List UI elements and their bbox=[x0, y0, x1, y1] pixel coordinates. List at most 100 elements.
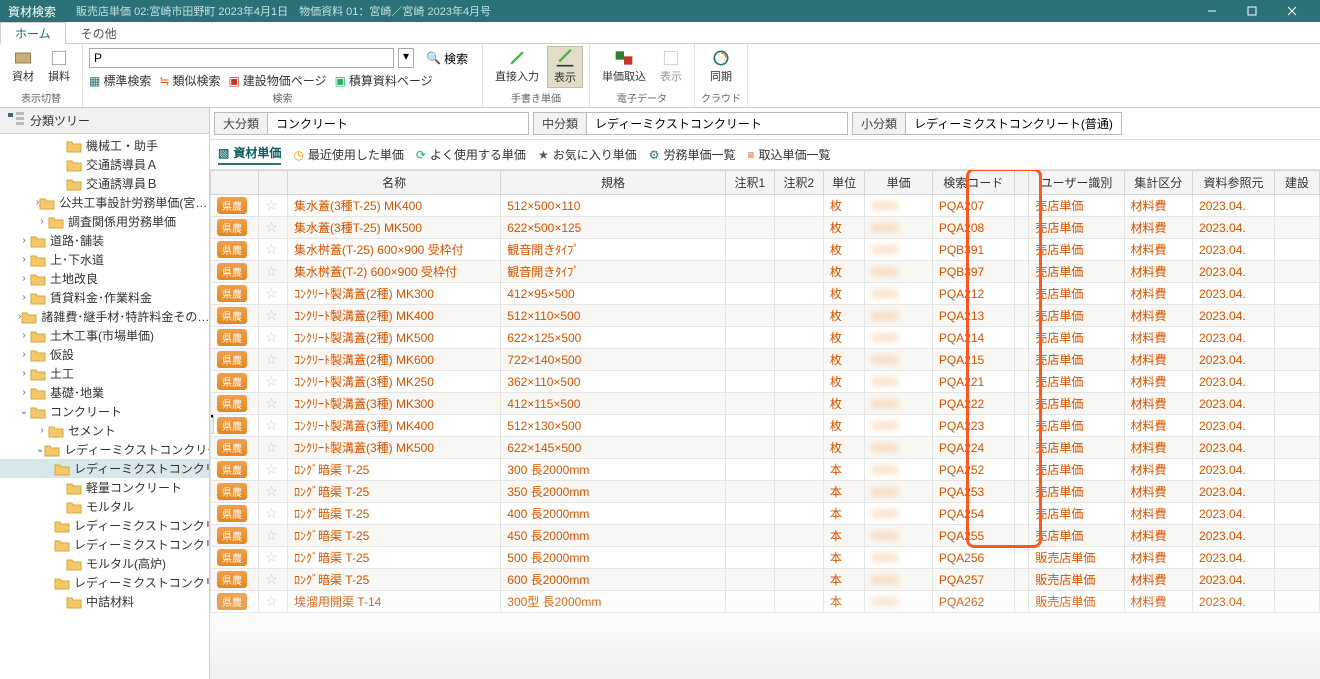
col-header[interactable] bbox=[1014, 171, 1029, 195]
table-row[interactable]: 県農☆集水蓋(3種T-25) MK500622×500×125枚0000PQA2… bbox=[211, 217, 1320, 239]
qt-recent[interactable]: ◷最近使用した単価 bbox=[293, 146, 404, 163]
tree-item[interactable]: ›公共工事設計労務単価(宮… bbox=[0, 193, 209, 212]
classify-big[interactable]: 大分類 コンクリート bbox=[214, 112, 529, 135]
search-button[interactable]: 🔍検索 bbox=[418, 48, 476, 68]
col-header[interactable]: 注釈1 bbox=[725, 171, 774, 195]
fav-cell[interactable]: ☆ bbox=[259, 437, 288, 459]
fav-cell[interactable]: ☆ bbox=[259, 481, 288, 503]
shizai-toggle[interactable]: 資材 bbox=[6, 46, 40, 86]
tree-item[interactable]: ⌄レディーミクストコンクリート bbox=[0, 440, 209, 459]
col-header[interactable]: 単位 bbox=[823, 171, 865, 195]
table-row[interactable]: 県農☆ﾛﾝｸﾞ暗渠 T-25600 長2000mm本0000PQA257販売店単… bbox=[211, 569, 1320, 591]
classify-small[interactable]: 小分類 レディーミクストコンクリート(普通) bbox=[852, 112, 1122, 135]
table-row[interactable]: 県農☆ｺﾝｸﾘｰﾄ製溝蓋(3種) MK500622×145×500枚0000PQ… bbox=[211, 437, 1320, 459]
fav-cell[interactable]: ☆ bbox=[259, 459, 288, 481]
tree-item[interactable]: ›調査関係用労務単価 bbox=[0, 212, 209, 231]
tree-item[interactable]: ›仮設 bbox=[0, 345, 209, 364]
fav-cell[interactable]: ☆ bbox=[259, 525, 288, 547]
fav-cell[interactable]: ☆ bbox=[259, 327, 288, 349]
col-header[interactable]: 規格 bbox=[501, 171, 726, 195]
sonryo-toggle[interactable]: 損料 bbox=[42, 46, 76, 86]
tree-item[interactable]: レディーミクストコンクリート(早強) bbox=[0, 516, 209, 535]
search-dropdown[interactable]: ▾ bbox=[398, 48, 414, 68]
table-row[interactable]: 県農☆埃溜用開渠 T-14300型 長2000mm本0000PQA262販売店単… bbox=[211, 591, 1320, 613]
fav-cell[interactable]: ☆ bbox=[259, 195, 288, 217]
fav-cell[interactable]: ☆ bbox=[259, 217, 288, 239]
table-row[interactable]: 県農☆ｺﾝｸﾘｰﾄ製溝蓋(3種) MK400512×130×500枚0000PQ… bbox=[211, 415, 1320, 437]
tree-item[interactable]: 交通誘導員Ａ bbox=[0, 155, 209, 174]
tree-item[interactable]: ›土地改良 bbox=[0, 269, 209, 288]
qt-labor[interactable]: ⚙労務単価一覧 bbox=[649, 146, 736, 163]
fav-cell[interactable]: ☆ bbox=[259, 283, 288, 305]
search-input[interactable] bbox=[89, 48, 394, 68]
tree-item[interactable]: レディーミクストコンクリート(普通) bbox=[0, 459, 209, 478]
fav-cell[interactable]: ☆ bbox=[259, 591, 288, 613]
import-price[interactable]: 単価取込 bbox=[596, 46, 652, 86]
qt-often[interactable]: ⟳よく使用する単価 bbox=[416, 146, 526, 163]
tree-item[interactable]: ›土工 bbox=[0, 364, 209, 383]
col-header[interactable] bbox=[211, 171, 259, 195]
fav-cell[interactable]: ☆ bbox=[259, 239, 288, 261]
tree-item[interactable]: ›上･下水道 bbox=[0, 250, 209, 269]
direct-input[interactable]: 直接入力 bbox=[489, 46, 545, 88]
col-header[interactable]: ユーザー識別 bbox=[1029, 171, 1124, 195]
fav-cell[interactable]: ☆ bbox=[259, 547, 288, 569]
tree-item[interactable]: モルタル(高炉) bbox=[0, 554, 209, 573]
fav-cell[interactable]: ☆ bbox=[259, 415, 288, 437]
sync-button[interactable]: 同期 bbox=[704, 46, 738, 86]
fav-cell[interactable]: ☆ bbox=[259, 393, 288, 415]
tree-item[interactable]: 中詰材料 bbox=[0, 592, 209, 611]
similar-search[interactable]: ≒類似検索 bbox=[159, 72, 220, 89]
table-row[interactable]: 県農☆集水蓋(3種T-25) MK400512×500×110枚0000PQA2… bbox=[211, 195, 1320, 217]
table-row[interactable]: 県農☆ｺﾝｸﾘｰﾄ製溝蓋(3種) MK250362×110×500枚0000PQ… bbox=[211, 371, 1320, 393]
classify-mid[interactable]: 中分類 レディーミクストコンクリート bbox=[533, 112, 848, 135]
minimize-button[interactable] bbox=[1192, 0, 1232, 22]
col-header[interactable]: 名称 bbox=[287, 171, 500, 195]
tab-home[interactable]: ホーム bbox=[0, 22, 66, 44]
tree-item[interactable]: モルタル bbox=[0, 497, 209, 516]
tree-item[interactable]: 交通誘導員Ｂ bbox=[0, 174, 209, 193]
qt-import[interactable]: ≡取込単価一覧 bbox=[748, 146, 831, 163]
tree-item[interactable]: 軽量コンクリート bbox=[0, 478, 209, 497]
tree-item[interactable]: ›賃貸料金･作業料金 bbox=[0, 288, 209, 307]
col-header[interactable] bbox=[259, 171, 288, 195]
fav-cell[interactable]: ☆ bbox=[259, 305, 288, 327]
col-header[interactable]: 資料参照元 bbox=[1193, 171, 1275, 195]
table-row[interactable]: 県農☆集水桝蓋(T-25) 600×900 受枠付観音開きﾀｲﾌﾟ枚0000PQ… bbox=[211, 239, 1320, 261]
show-hand[interactable]: 表示 bbox=[547, 46, 583, 88]
col-header[interactable]: 注釈2 bbox=[774, 171, 823, 195]
col-header[interactable]: 集計区分 bbox=[1124, 171, 1193, 195]
tree-item[interactable]: レディーミクストコンクリート bbox=[0, 573, 209, 592]
sekizai-page[interactable]: ▣積算資料ページ bbox=[335, 72, 433, 89]
tree-item[interactable]: ›道路･舗装 bbox=[0, 231, 209, 250]
tree-item[interactable]: ›土木工事(市場単価) bbox=[0, 326, 209, 345]
fav-cell[interactable]: ☆ bbox=[259, 349, 288, 371]
table-row[interactable]: 県農☆ﾛﾝｸﾞ暗渠 T-25400 長2000mm本0000PQA254売店単価… bbox=[211, 503, 1320, 525]
table-row[interactable]: 県農☆ﾛﾝｸﾞ暗渠 T-25300 長2000mm本0000PQA252売店単価… bbox=[211, 459, 1320, 481]
fav-cell[interactable]: ☆ bbox=[259, 503, 288, 525]
col-header[interactable]: 検索コード bbox=[932, 171, 1014, 195]
table-row[interactable]: 県農☆ｺﾝｸﾘｰﾄ製溝蓋(3種) MK300412×115×500枚0000PQ… bbox=[211, 393, 1320, 415]
show-elec[interactable]: 表示 bbox=[654, 46, 688, 86]
table-row[interactable]: 県農☆ｺﾝｸﾘｰﾄ製溝蓋(2種) MK300412×95×500枚0000PQA… bbox=[211, 283, 1320, 305]
table-row[interactable]: 県農☆ﾛﾝｸﾞ暗渠 T-25450 長2000mm本0000PQA255売店単価… bbox=[211, 525, 1320, 547]
tree-item[interactable]: 機械工・助手 bbox=[0, 136, 209, 155]
table-row[interactable]: 県農☆ﾛﾝｸﾞ暗渠 T-25500 長2000mm本0000PQA256販売店単… bbox=[211, 547, 1320, 569]
col-header[interactable]: 建設 bbox=[1275, 171, 1320, 195]
table-row[interactable]: 県農☆ｺﾝｸﾘｰﾄ製溝蓋(2種) MK600722×140×500枚0000PQ… bbox=[211, 349, 1320, 371]
tree-item[interactable]: ›諸雑費･継手材･特許料金その… bbox=[0, 307, 209, 326]
tree-item[interactable]: ›セメント bbox=[0, 421, 209, 440]
tab-other[interactable]: その他 bbox=[66, 22, 132, 43]
tree-item[interactable]: ›基礎･地業 bbox=[0, 383, 209, 402]
table-row[interactable]: 県農☆ｺﾝｸﾘｰﾄ製溝蓋(2種) MK400512×110×500枚0000PQ… bbox=[211, 305, 1320, 327]
qt-fav[interactable]: ★お気に入り単価 bbox=[538, 146, 637, 163]
price-page[interactable]: ▣建設物価ページ bbox=[228, 72, 326, 89]
fav-cell[interactable]: ☆ bbox=[259, 569, 288, 591]
table-row[interactable]: 県農☆集水桝蓋(T-2) 600×900 受枠付観音開きﾀｲﾌﾟ枚0000PQB… bbox=[211, 261, 1320, 283]
tree-item[interactable]: レディーミクストコンクリート(高炉) bbox=[0, 535, 209, 554]
table-row[interactable]: 県農☆ｺﾝｸﾘｰﾄ製溝蓋(2種) MK500622×125×500枚0000PQ… bbox=[211, 327, 1320, 349]
table-wrap[interactable]: 名称規格注釈1注釈2単位単価検索コードユーザー識別集計区分資料参照元建設 県農☆… bbox=[210, 170, 1320, 679]
table-row[interactable]: 県農☆ﾛﾝｸﾞ暗渠 T-25350 長2000mm本0000PQA253売店単価… bbox=[211, 481, 1320, 503]
col-header[interactable]: 単価 bbox=[865, 171, 932, 195]
std-search[interactable]: ▦標準検索 bbox=[89, 72, 151, 89]
